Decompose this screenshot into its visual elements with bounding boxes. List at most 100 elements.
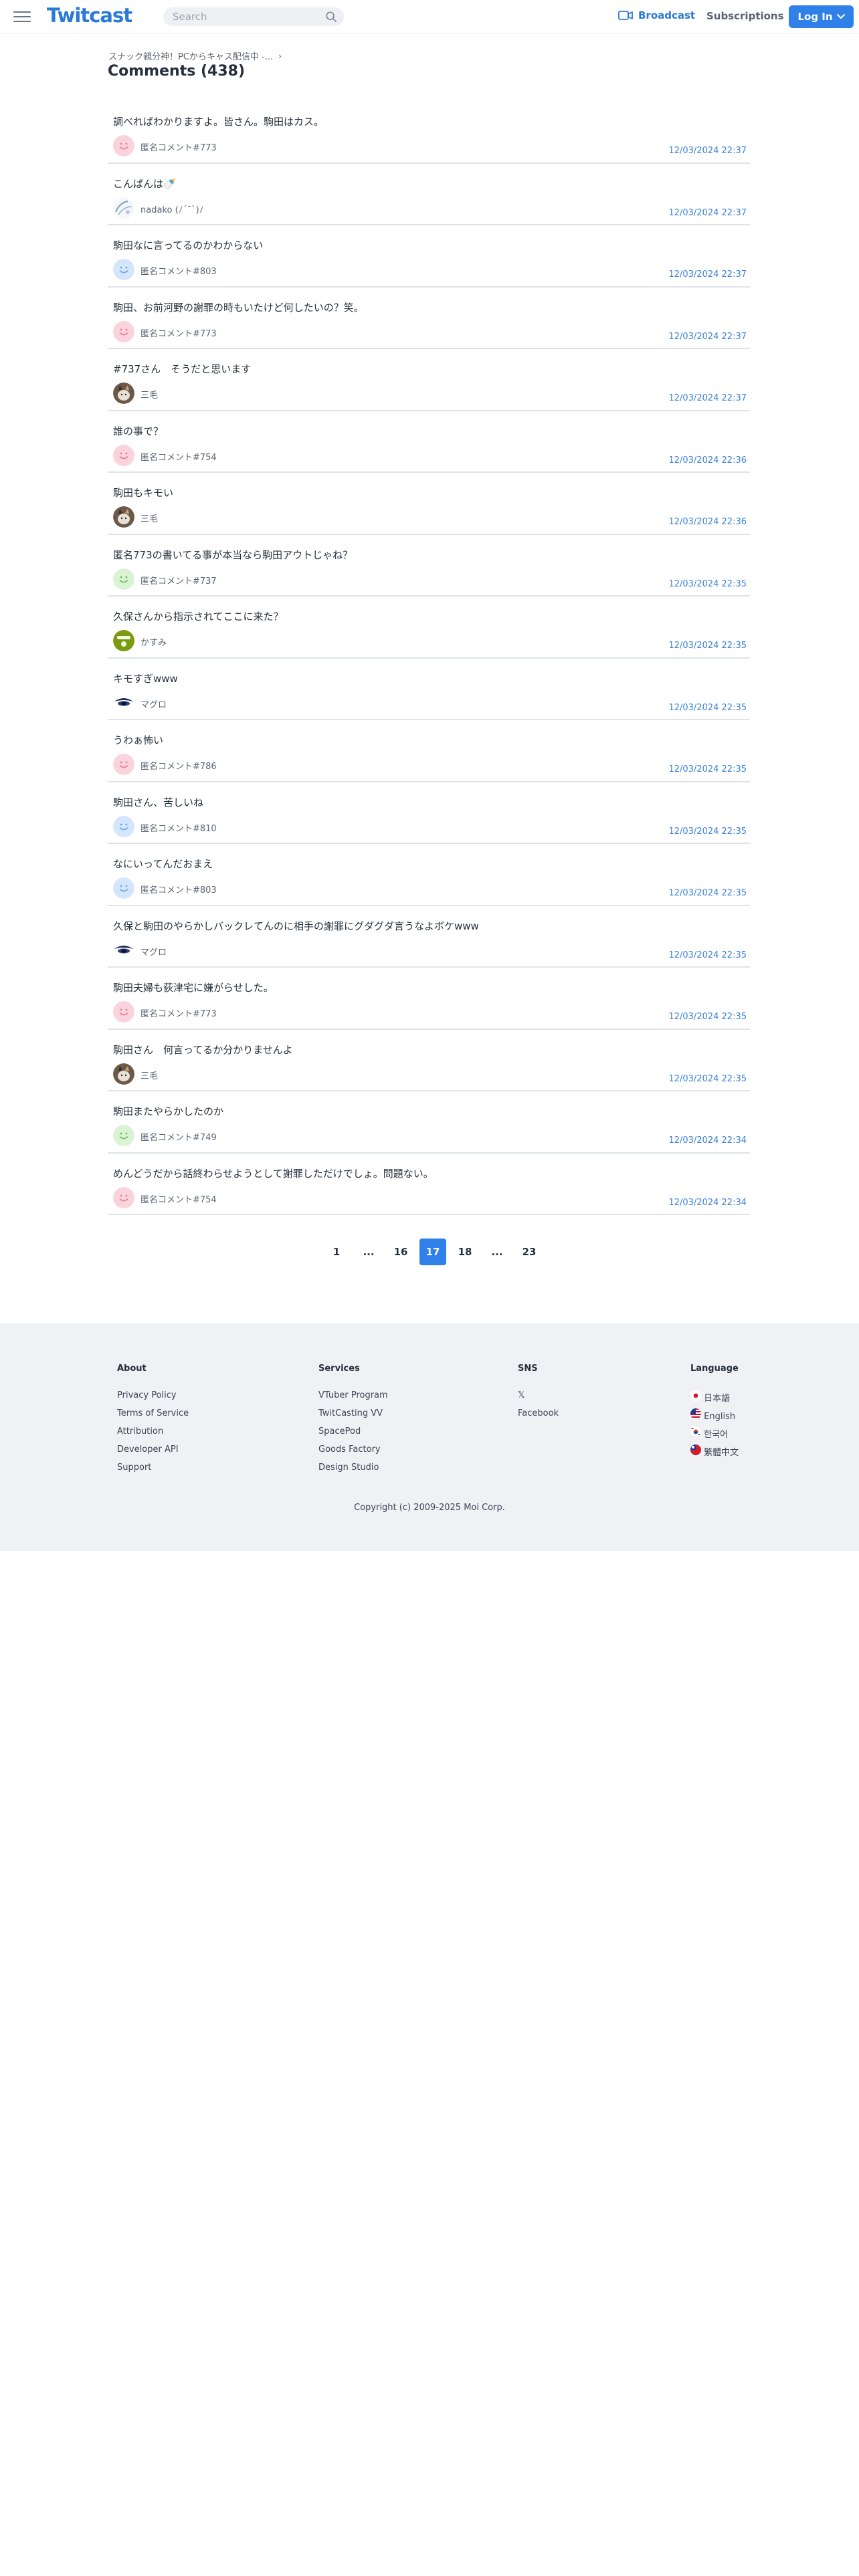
comment-username[interactable]: かすみ [140, 635, 167, 648]
user-avatar[interactable] [113, 754, 134, 775]
footer-services: Services VTuber Program TwitCasting VV S… [318, 1364, 388, 1481]
twitcast-logo[interactable]: Twitcast [47, 4, 132, 27]
comment-timestamp[interactable]: 12/03/2024 22:34 [668, 1198, 747, 1208]
footer-sns-title: SNS [518, 1364, 538, 1374]
comment-text: 調べればわかりますよ。皆さん。駒田はカス。 [113, 116, 324, 128]
subscriptions-link[interactable]: Subscriptions [706, 10, 784, 22]
comment-timestamp[interactable]: 12/03/2024 22:37 [668, 270, 747, 280]
search-icon[interactable] [325, 11, 337, 23]
comment-timestamp[interactable]: 12/03/2024 22:35 [668, 950, 747, 960]
user-avatar[interactable] [113, 383, 134, 404]
broadcast-button[interactable]: Broadcast [618, 9, 695, 21]
comment-username[interactable]: 匿名コメント#803 [140, 883, 217, 895]
footer-link-attribution[interactable]: Attribution [117, 1426, 189, 1440]
user-avatar[interactable] [113, 568, 134, 590]
footer-link-goods-factory[interactable]: Goods Factory [318, 1444, 388, 1458]
footer-link-support[interactable]: Support [117, 1463, 189, 1476]
comment-username[interactable]: 三毛 [140, 512, 158, 524]
breadcrumb[interactable]: スナック親分神！PCからキャス配信中 -... › [108, 49, 282, 63]
comment-row: うわぁ怖い 匿名コメント#786 12/03/2024 22:35 [108, 720, 750, 782]
taiwan-flag-icon [690, 1444, 701, 1455]
comment-timestamp[interactable]: 12/03/2024 22:35 [668, 827, 747, 837]
language-english[interactable]: English [690, 1408, 739, 1422]
user-avatar[interactable] [113, 506, 134, 528]
footer-link-developer-api[interactable]: Developer API [117, 1444, 189, 1458]
pagination-current-page[interactable]: 17 [419, 1239, 446, 1265]
user-avatar[interactable] [113, 259, 134, 280]
comment-username[interactable]: マグロ [140, 945, 167, 958]
footer-language-title: Language [690, 1364, 739, 1374]
comment-timestamp[interactable]: 12/03/2024 22:34 [668, 1136, 747, 1146]
comment-row: 匿名773の書いてる事が本当なら駒田アウトじゃね？ 匿名コメント#737 12/03… [108, 535, 750, 597]
footer-about-title: About [117, 1364, 147, 1374]
comment-username[interactable]: 三毛 [140, 388, 158, 401]
comment-username[interactable]: 匿名コメント#786 [140, 759, 217, 772]
user-avatar[interactable] [113, 320, 134, 342]
user-avatar[interactable] [113, 1186, 134, 1208]
comment-text: 久保と駒田のやらかしバックレてんのに相手の謝罪にグダグダ言うなよボケwww [113, 920, 479, 932]
user-avatar[interactable] [113, 444, 134, 466]
breadcrumb-live-title[interactable]: スナック親分神！PCからキャス配信中 -... [108, 49, 273, 62]
comment-timestamp[interactable]: 12/03/2024 22:35 [668, 888, 747, 898]
comment-timestamp[interactable]: 12/03/2024 22:35 [668, 764, 747, 774]
language-traditional-chinese[interactable]: 繁體中文 [690, 1444, 739, 1458]
user-avatar[interactable] [113, 1125, 134, 1146]
comment-timestamp[interactable]: 12/03/2024 22:37 [668, 393, 747, 403]
comment-username[interactable]: 三毛 [140, 1069, 158, 1081]
comment-username[interactable]: 匿名コメント#749 [140, 1130, 217, 1143]
comment-username[interactable]: 匿名コメント#773 [140, 1006, 217, 1019]
language-japanese[interactable]: 日本語 [690, 1390, 739, 1404]
comment-timestamp[interactable]: 12/03/2024 22:37 [668, 208, 747, 218]
footer-link-privacy[interactable]: Privacy Policy [117, 1390, 189, 1404]
search-input[interactable] [173, 11, 320, 23]
footer-link-spacepod[interactable]: SpacePod [318, 1426, 388, 1440]
user-avatar[interactable] [113, 939, 134, 961]
footer-link-twitcasting-vv[interactable]: TwitCasting VV [318, 1408, 388, 1422]
comment-timestamp[interactable]: 12/03/2024 22:37 [668, 146, 747, 156]
comment-timestamp[interactable]: 12/03/2024 22:37 [668, 332, 747, 342]
user-avatar[interactable] [113, 630, 134, 651]
pagination-page-link[interactable]: 16 [387, 1239, 414, 1265]
copyright: Copyright (c) 2009-2025 Moi Corp. [354, 1503, 505, 1513]
language-korean[interactable]: 한국어 [690, 1426, 739, 1440]
search-box[interactable] [163, 7, 344, 26]
comment-timestamp[interactable]: 12/03/2024 22:36 [668, 517, 747, 527]
comment-row: 調べればわかりますよ。皆さん。駒田はカス。匿名コメント#773 12/03/202… [108, 102, 750, 164]
comment-username[interactable]: 匿名コメント#754 [140, 450, 217, 463]
comment-timestamp[interactable]: 12/03/2024 22:36 [668, 455, 747, 465]
comment-text: こんばんは🍼 [113, 177, 176, 190]
footer-link-vtuber[interactable]: VTuber Program [318, 1390, 388, 1404]
hamburger-menu-icon[interactable] [13, 9, 31, 25]
login-button[interactable]: Log In [789, 5, 854, 28]
comment-username[interactable]: 匿名コメント#754 [140, 1192, 217, 1205]
user-avatar[interactable] [113, 135, 134, 156]
comment-username[interactable]: 匿名コメント#773 [140, 326, 217, 339]
comment-timestamp[interactable]: 12/03/2024 22:35 [668, 703, 747, 713]
user-avatar[interactable] [113, 815, 134, 837]
comment-username[interactable]: 匿名コメント#737 [140, 574, 217, 586]
user-avatar[interactable] [113, 1001, 134, 1023]
comment-username[interactable]: 匿名コメント#803 [140, 264, 217, 277]
user-avatar[interactable] [113, 197, 134, 219]
comment-timestamp[interactable]: 12/03/2024 22:35 [668, 641, 747, 651]
comment-timestamp[interactable]: 12/03/2024 22:35 [668, 1012, 747, 1022]
comment-username[interactable]: nadako (ﾉ´¯`)ﾉ [140, 203, 203, 215]
user-avatar[interactable] [113, 691, 134, 714]
comment-row: 駒田さん 何言ってるか分かりませんよ 三毛 12/03/2024 22:35 [108, 1030, 750, 1091]
pagination-page-link[interactable]: 23 [516, 1239, 543, 1265]
user-avatar[interactable] [113, 877, 134, 899]
comment-timestamp[interactable]: 12/03/2024 22:35 [668, 579, 747, 589]
pagination-page-link[interactable]: 1 [323, 1239, 350, 1265]
footer-link-facebook[interactable]: Facebook [518, 1408, 559, 1422]
footer-link-terms[interactable]: Terms of Service [117, 1408, 189, 1422]
comment-timestamp[interactable]: 12/03/2024 22:35 [668, 1074, 747, 1084]
comment-username[interactable]: 匿名コメント#773 [140, 140, 217, 153]
comment-row: こんばんは🍼 nadako (ﾉ´¯`)ﾉ 12/03/2024 22:37 [108, 164, 750, 225]
comment-username[interactable]: マグロ [140, 697, 167, 710]
footer-link-x[interactable]: 𝕏 [518, 1390, 559, 1404]
pagination-page-link[interactable]: 18 [452, 1239, 478, 1265]
user-avatar[interactable] [113, 1063, 134, 1085]
footer-link-design-studio[interactable]: Design Studio [318, 1463, 388, 1476]
comment-username[interactable]: 匿名コメント#810 [140, 821, 217, 834]
comment-text: 匿名773の書いてる事が本当なら駒田アウトじゃね？ [113, 548, 353, 561]
